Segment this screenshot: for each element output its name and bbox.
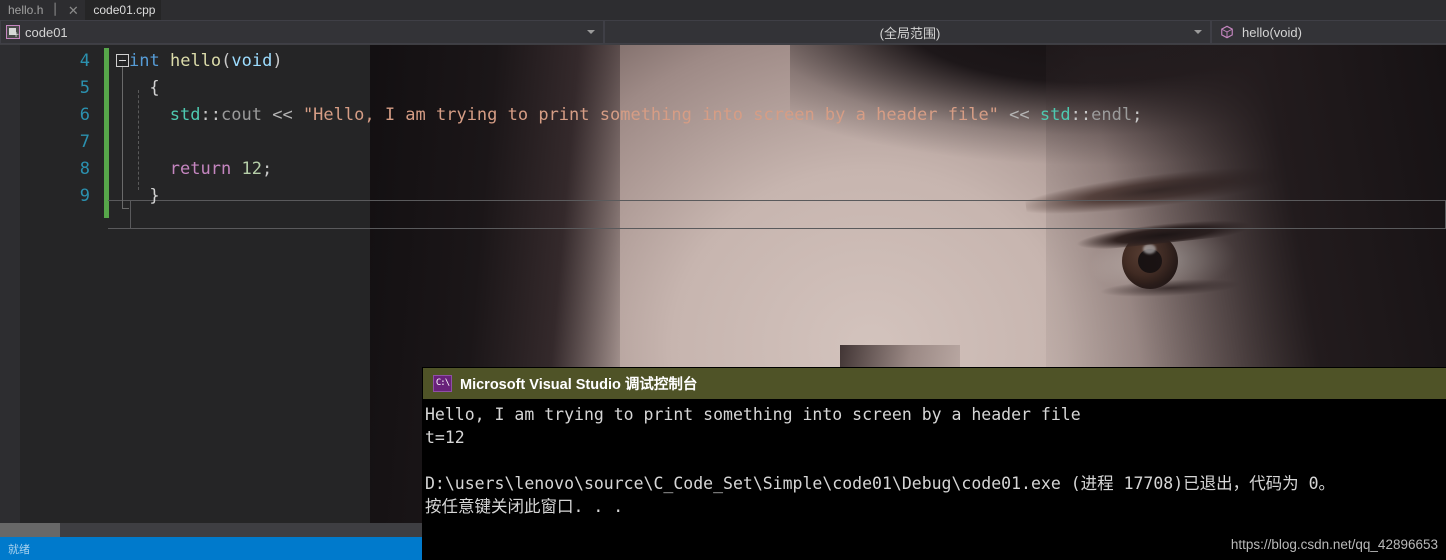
cube-icon [1221, 25, 1233, 39]
line-number: 4 [79, 51, 90, 71]
code-token: "Hello, I am trying to print something i… [302, 105, 999, 125]
console-output-line: D:\users\lenovo\source\C_Code_Set\Simple… [425, 474, 1336, 493]
code-token: endl [1091, 105, 1133, 125]
chevron-down-icon[interactable] [587, 30, 595, 34]
line-number: 7 [79, 132, 90, 152]
status-bar-text: 就绪 [8, 543, 30, 556]
code-token: } [149, 186, 160, 206]
tab-label: code01.cpp [93, 3, 156, 17]
pin-icon[interactable]: ⎢ [50, 4, 62, 16]
status-bar: 就绪 [0, 537, 423, 560]
project-dropdown-value: code01 [25, 24, 68, 40]
member-dropdown[interactable]: hello(void) [1211, 20, 1446, 44]
debug-console-window[interactable]: C:\ Microsoft Visual Studio 调试控制台 Hello,… [423, 368, 1446, 560]
code-line-text: { [149, 75, 159, 102]
horizontal-scrollbar-thumb[interactable] [0, 523, 60, 537]
tab-hello-h[interactable]: hello.h ⎢ ✕ [0, 0, 86, 20]
code-token: :: [1070, 105, 1092, 125]
line-number: 5 [79, 78, 90, 98]
code-line[interactable]: 4 int hello(void) [0, 48, 1446, 75]
console-output-line: Hello, I am trying to print something in… [425, 405, 1081, 424]
line-number: 6 [79, 105, 90, 125]
code-token: std [1039, 105, 1071, 125]
code-token: ) [272, 51, 283, 71]
code-token: << [1009, 105, 1030, 125]
code-token: ; [261, 159, 273, 179]
project-dropdown[interactable]: code01 [0, 20, 604, 44]
project-icon [6, 25, 20, 41]
close-icon[interactable]: ✕ [67, 4, 79, 17]
code-line[interactable]: 5{ [0, 75, 1446, 102]
console-title: Microsoft Visual Studio 调试控制台 [460, 377, 698, 393]
line-number: 9 [79, 186, 90, 206]
code-token: << [272, 105, 293, 125]
member-dropdown-value: hello(void) [1242, 24, 1302, 40]
collapse-toggle-icon[interactable] [116, 54, 129, 67]
scope-dropdown-value: (全局范围) [879, 25, 941, 41]
scope-dropdown[interactable]: (全局范围) [604, 20, 1211, 44]
code-token: { [149, 78, 160, 98]
console-title-bar[interactable]: C:\ Microsoft Visual Studio 调试控制台 [423, 368, 1446, 399]
code-line[interactable]: 6 std::cout << "Hello, I am trying to pri… [0, 102, 1446, 129]
tab-code01-cpp[interactable]: code01.cpp [85, 0, 162, 20]
code-token: ; [1132, 105, 1143, 125]
code-line-text: int hello(void) [129, 48, 283, 75]
navigation-bar: code01 (全局范围) hello(void) [0, 20, 1446, 45]
line-number: 8 [79, 159, 90, 179]
editor-tab-strip: hello.h ⎢ ✕ code01.cpp [0, 0, 1446, 20]
code-token: ( [221, 51, 232, 71]
code-token: 12 [241, 159, 262, 179]
code-token: cout [221, 105, 262, 125]
code-line-text: return 12; [170, 156, 272, 183]
console-output: Hello, I am trying to print something in… [423, 399, 1446, 560]
code-token: hello [169, 51, 222, 71]
code-token: void [231, 51, 273, 71]
code-line-text: } [149, 183, 159, 210]
console-output-line: 按任意键关闭此窗口. . . [425, 497, 624, 516]
code-line[interactable]: 7 [0, 129, 1446, 156]
code-token: :: [200, 105, 221, 125]
tab-label: hello.h [8, 3, 44, 17]
code-token: std [169, 105, 201, 125]
chevron-down-icon[interactable] [1194, 30, 1202, 34]
console-output-line: t=12 [425, 428, 465, 447]
code-line[interactable]: 9} [0, 183, 1446, 210]
code-line-text: std::cout << "Hello, I am trying to prin… [170, 102, 1143, 129]
code-token: return [169, 159, 232, 179]
horizontal-scrollbar[interactable] [0, 523, 423, 537]
code-token: int [129, 51, 160, 71]
code-line[interactable]: 8 return 12; [0, 156, 1446, 183]
watermark-url: https://blog.csdn.net/qq_42896653 [1230, 537, 1438, 552]
console-cmd-icon: C:\ [433, 375, 452, 392]
